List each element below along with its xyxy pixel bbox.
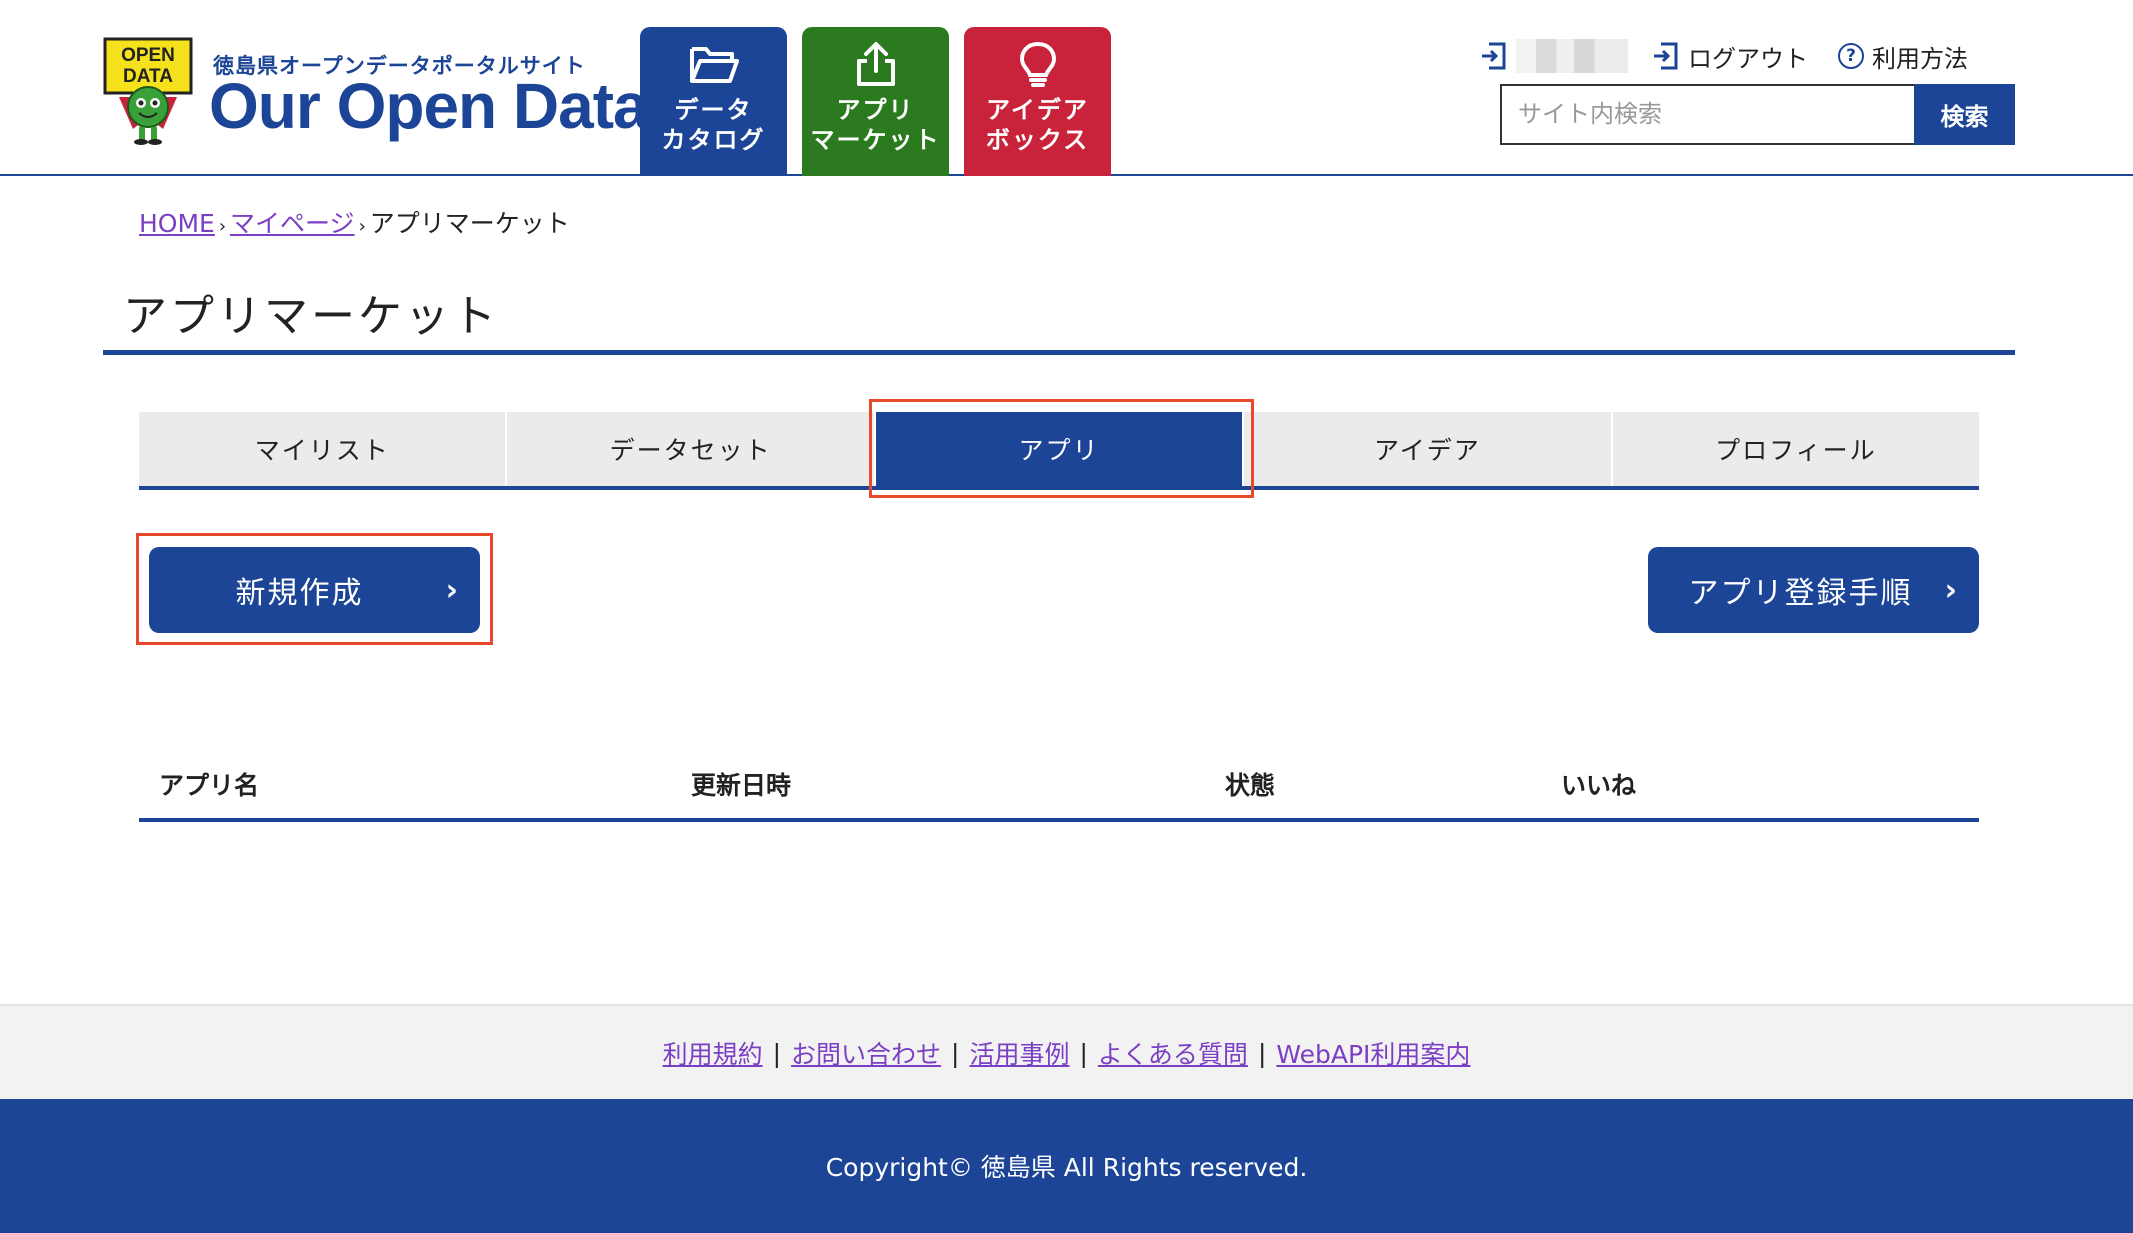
footer-link-webapi[interactable]: WebAPI利用案内 bbox=[1276, 1035, 1470, 1071]
nav-idea-box[interactable]: アイデア ボックス bbox=[964, 27, 1111, 176]
column-app-name[interactable]: アプリ名 bbox=[159, 766, 259, 802]
app-registration-guide-label: アプリ登録手順 bbox=[1688, 576, 1913, 611]
lightbulb-icon bbox=[1019, 41, 1056, 87]
footer-separator: | bbox=[1079, 1038, 1088, 1068]
highlight-box-app-tab bbox=[869, 399, 1254, 498]
column-status[interactable]: 状態 bbox=[1225, 766, 1275, 802]
help-label: 利用方法 bbox=[1872, 44, 1968, 73]
nav-app-market-label: アプリ マーケット bbox=[810, 96, 941, 154]
page-title: アプリマーケット bbox=[123, 291, 499, 342]
nav-data-catalog-label: データ カタログ bbox=[661, 96, 766, 154]
footer-links: 利用規約 | お問い合わせ | 活用事例 | よくある質問 | WebAPI利用… bbox=[0, 1004, 2133, 1100]
footer-link-faq[interactable]: よくある質問 bbox=[1098, 1035, 1248, 1071]
logout-link[interactable]: ログアウト bbox=[1652, 39, 1808, 74]
search-button[interactable]: 検索 bbox=[1914, 84, 2015, 145]
logo-badge-line-1: OPEN bbox=[121, 45, 175, 66]
footer-separator: | bbox=[951, 1038, 960, 1068]
breadcrumb-separator: › bbox=[218, 216, 227, 237]
open-data-mascot-logo[interactable]: OPEN DATA bbox=[103, 37, 193, 145]
user-menu: ログアウト ? 利用方法 bbox=[1480, 38, 1968, 74]
logo-badge-line-2: DATA bbox=[123, 66, 173, 87]
tab-profile[interactable]: プロフィール bbox=[1610, 412, 1980, 486]
footer-separator: | bbox=[772, 1038, 782, 1068]
tab-idea[interactable]: アイデア bbox=[1242, 412, 1611, 486]
app-list-table-header: アプリ名 更新日時 状態 いいね bbox=[139, 752, 1979, 822]
title-divider bbox=[103, 350, 2015, 355]
site-header: OPEN DATA 徳島県オープンデータポータルサイト Our Open Dat… bbox=[0, 0, 2133, 176]
chevron-right-icon: › bbox=[1944, 572, 1959, 608]
logout-label: ログアウト bbox=[1688, 44, 1808, 73]
site-search-input[interactable]: サイト内検索 bbox=[1500, 84, 1914, 145]
share-upload-icon bbox=[856, 42, 895, 86]
column-likes[interactable]: いいね bbox=[1561, 766, 1636, 802]
user-login-icon bbox=[1482, 42, 1506, 70]
footer-link-case-studies[interactable]: 活用事例 bbox=[969, 1035, 1069, 1071]
nav-app-market[interactable]: アプリ マーケット bbox=[802, 27, 949, 176]
help-link[interactable]: ? 利用方法 bbox=[1838, 39, 1968, 74]
question-circle-icon: ? bbox=[1838, 43, 1864, 69]
user-name-blurred[interactable] bbox=[1516, 39, 1628, 73]
logout-icon bbox=[1654, 42, 1678, 70]
footer-copyright: Copyright© 徳島県 All Rights reserved. bbox=[0, 1099, 2133, 1233]
tab-mylist[interactable]: マイリスト bbox=[139, 412, 506, 486]
breadcrumb-current: アプリマーケット bbox=[369, 209, 570, 238]
nav-data-catalog[interactable]: データ カタログ bbox=[640, 27, 787, 176]
column-updated-at[interactable]: 更新日時 bbox=[691, 766, 791, 802]
highlight-box-new-button bbox=[136, 533, 493, 645]
nav-idea-box-label: アイデア ボックス bbox=[985, 96, 1090, 154]
breadcrumb: HOME › マイページ › アプリマーケット bbox=[139, 204, 570, 240]
folder-open-icon bbox=[689, 47, 739, 83]
site-name-logo[interactable]: Our Open Data bbox=[209, 74, 649, 138]
breadcrumb-separator: › bbox=[358, 216, 366, 237]
breadcrumb-mypage-link[interactable]: マイページ bbox=[230, 209, 355, 238]
breadcrumb-home-link[interactable]: HOME bbox=[139, 209, 215, 238]
footer-link-terms[interactable]: 利用規約 bbox=[663, 1035, 763, 1071]
tab-dataset[interactable]: データセット bbox=[505, 412, 874, 486]
footer-separator: | bbox=[1257, 1038, 1267, 1068]
app-registration-guide-button[interactable]: アプリ登録手順 › bbox=[1648, 547, 1979, 633]
footer-link-contact[interactable]: お問い合わせ bbox=[791, 1035, 941, 1071]
